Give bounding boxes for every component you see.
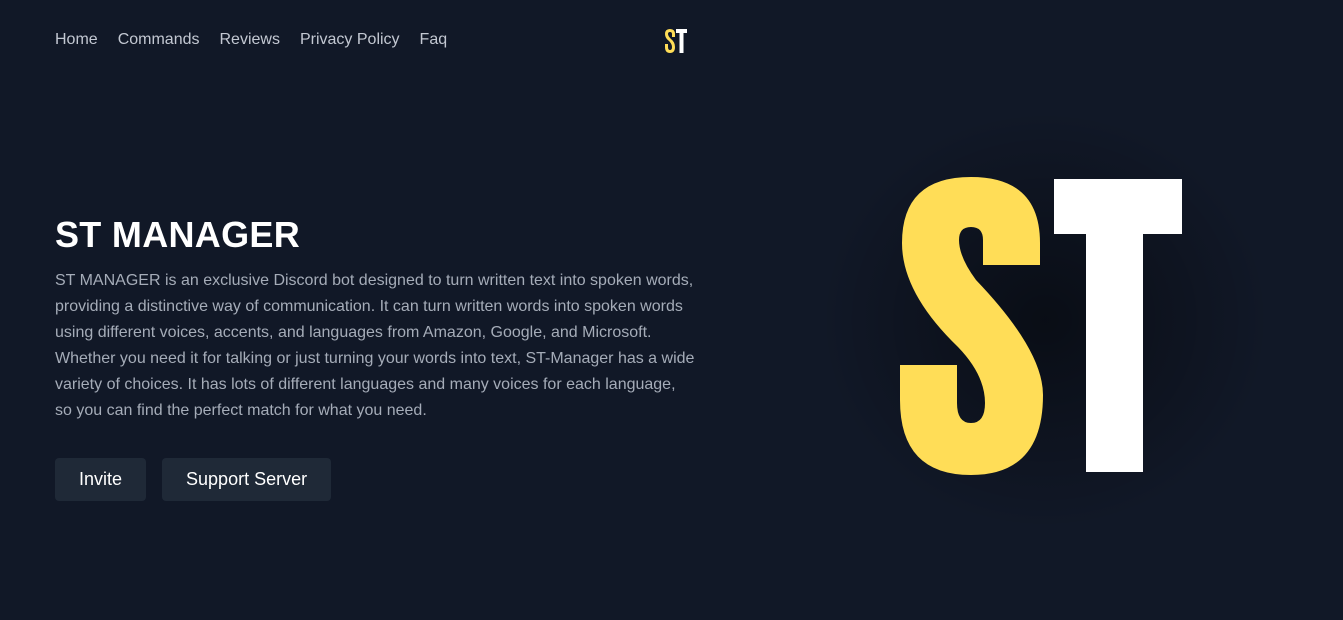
hero-section: ST MANAGER ST MANAGER is an exclusive Di… — [55, 214, 695, 424]
invite-button[interactable]: Invite — [55, 458, 147, 501]
top-nav: Home Commands Reviews Privacy Policy Faq — [55, 31, 447, 49]
hero-title: ST MANAGER — [55, 214, 300, 255]
nav-faq-link[interactable]: Faq — [420, 31, 448, 49]
header-logo-s-letter — [665, 29, 675, 53]
nav-home-link[interactable]: Home — [55, 31, 98, 49]
hero-logo-t-letter — [1054, 179, 1182, 472]
nav-reviews-link[interactable]: Reviews — [220, 31, 280, 49]
header-logo[interactable] — [664, 28, 688, 54]
hero-description: ST MANAGER is an exclusive Discord bot d… — [55, 272, 695, 419]
hero-logo — [900, 177, 1182, 475]
support-server-button[interactable]: Support Server — [162, 458, 332, 501]
hero-logo-s-letter — [900, 177, 1043, 475]
hero-buttons: Invite Support Server — [55, 458, 332, 501]
nav-privacy-policy-link[interactable]: Privacy Policy — [300, 31, 400, 49]
nav-commands-link[interactable]: Commands — [118, 31, 200, 49]
header-logo-t-letter — [676, 29, 687, 53]
